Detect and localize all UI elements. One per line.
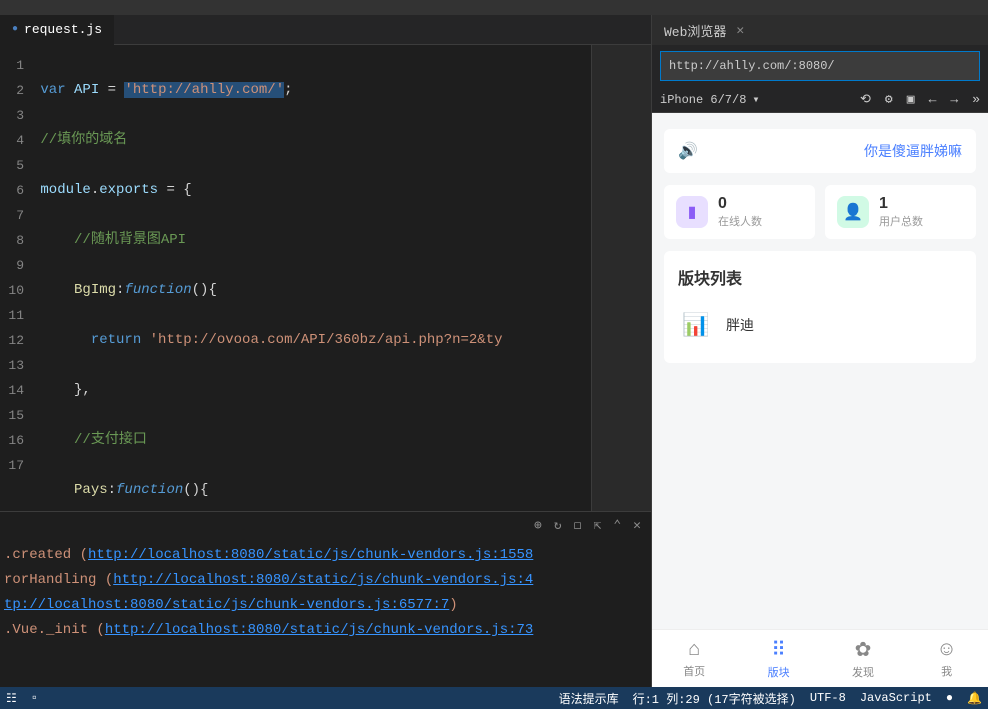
console-link[interactable]: http://localhost:8080/static/js/chunk-ve… <box>105 622 533 638</box>
tab-discover[interactable]: ✿ 发现 <box>852 637 874 680</box>
editor-tab-bar: request.js <box>0 15 651 45</box>
screenshot-icon[interactable]: ▣ <box>907 92 915 107</box>
preview-header: 🔊 你是傻逼胖娣嘛 <box>664 129 976 173</box>
browser-tab-title: Web浏览器 <box>664 21 726 40</box>
status-encoding[interactable]: UTF-8 <box>810 691 846 705</box>
status-language[interactable]: JavaScript <box>860 691 932 705</box>
status-hint[interactable]: 语法提示库 <box>559 690 619 707</box>
device-preview: 🔊 你是傻逼胖娣嘛 ▮ 0 在线人数 👤 1 用户总数 <box>652 113 988 687</box>
back-icon[interactable]: ← <box>929 92 937 107</box>
line-gutter: 1234567891011121314151617 <box>0 45 32 511</box>
profile-icon: ☺ <box>936 638 956 661</box>
console-bug-icon[interactable]: ⊕ <box>534 518 542 533</box>
browser-toolbar: iPhone 6/7/8▾ ⟲ ⚙ ▣ ← → » <box>652 87 988 113</box>
home-icon: ⌂ <box>688 638 700 661</box>
tab-me[interactable]: ☺ 我 <box>936 638 956 679</box>
list-item[interactable]: 📊 胖迪 <box>678 301 962 349</box>
status-bar: ☷ ▫ 语法提示库 行:1 列:29 (17字符被选择) UTF-8 JavaS… <box>0 687 988 709</box>
device-selector[interactable]: iPhone 6/7/8▾ <box>660 92 846 107</box>
forward-icon[interactable]: → <box>950 92 958 107</box>
sound-icon[interactable]: 🔊 <box>678 141 698 161</box>
gear-icon[interactable]: ⚙ <box>885 92 893 107</box>
console-link[interactable]: tp://localhost:8080/static/js/chunk-vend… <box>4 597 449 613</box>
top-menu-bar <box>0 0 988 15</box>
console-stop-icon[interactable]: ◻ <box>574 518 582 533</box>
console-refresh-icon[interactable]: ↻ <box>554 518 562 533</box>
preview-tabbar: ⌂ 首页 ⠿ 版块 ✿ 发现 ☺ 我 <box>652 629 988 687</box>
app-icon: 📊 <box>678 307 714 343</box>
stat-users[interactable]: 👤 1 用户总数 <box>825 185 976 239</box>
browser-tab: Web浏览器 ✕ <box>652 15 988 45</box>
preview-message[interactable]: 你是傻逼胖娣嘛 <box>864 141 962 161</box>
preview-section: 版块列表 📊 胖迪 <box>664 251 976 363</box>
console-link[interactable]: http://localhost:8080/static/js/chunk-ve… <box>113 572 533 588</box>
tab-home[interactable]: ⌂ 首页 <box>683 638 705 679</box>
section-title: 版块列表 <box>678 265 962 289</box>
cube-icon: ▮ <box>676 196 708 228</box>
console-toolbar: ⊕ ↻ ◻ ⇱ ⌃ ✕ <box>0 511 651 539</box>
more-icon[interactable]: » <box>972 92 980 107</box>
user-icon: 👤 <box>837 196 869 228</box>
tab-board[interactable]: ⠿ 版块 <box>768 637 790 680</box>
console-collapse-icon[interactable]: ⌃ <box>613 518 621 533</box>
chevron-down-icon: ▾ <box>752 92 759 107</box>
browser-url-input[interactable]: http://ahlly.com/:8080/ <box>660 51 980 81</box>
status-icon[interactable]: ☷ <box>6 691 17 706</box>
console-export-icon[interactable]: ⇱ <box>594 518 602 533</box>
console-close-icon[interactable]: ✕ <box>633 518 641 533</box>
discover-icon: ✿ <box>855 637 872 662</box>
close-icon[interactable]: ✕ <box>736 23 744 38</box>
bell-icon[interactable]: 🔔 <box>967 691 982 706</box>
console-output[interactable]: .created (http://localhost:8080/static/j… <box>0 539 651 687</box>
grid-icon: ⠿ <box>771 637 786 662</box>
code-editor[interactable]: var API = 'http://ahlly.com/'; //填你的域名 m… <box>32 45 591 511</box>
rotate-icon[interactable]: ⟲ <box>860 92 871 107</box>
editor-tab-request[interactable]: request.js <box>0 15 114 45</box>
status-dot-icon[interactable]: ● <box>946 691 953 705</box>
status-cursor[interactable]: 行:1 列:29 (17字符被选择) <box>633 690 796 707</box>
console-link[interactable]: http://localhost:8080/static/js/chunk-ve… <box>88 547 533 563</box>
minimap[interactable] <box>591 45 651 511</box>
status-icon[interactable]: ▫ <box>31 691 38 705</box>
stat-online[interactable]: ▮ 0 在线人数 <box>664 185 815 239</box>
